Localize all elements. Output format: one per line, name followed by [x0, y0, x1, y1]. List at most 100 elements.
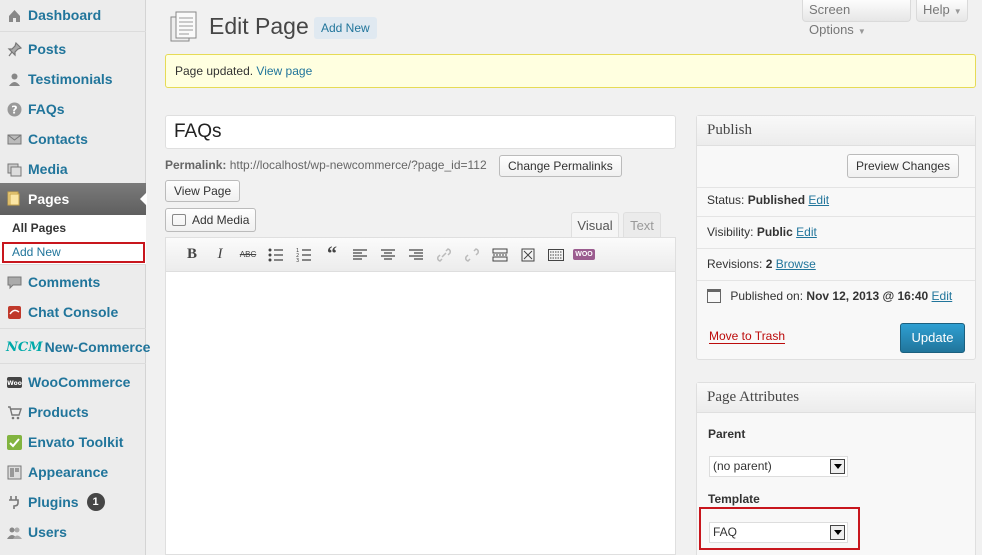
permalink-url[interactable]: http://localhost/wp-newcommerce/?page_id…: [230, 158, 487, 172]
align-right-icon[interactable]: [402, 245, 430, 265]
add-media-button[interactable]: Add Media: [165, 208, 257, 232]
menu-contacts[interactable]: Contacts: [0, 124, 146, 154]
status-value: Published: [747, 193, 806, 207]
divider: [697, 280, 975, 281]
pages-submenu: All Pages Add New: [0, 215, 146, 265]
menu-comments[interactable]: Comments: [0, 267, 146, 297]
tab-visual[interactable]: Visual: [571, 212, 619, 238]
strikethrough-icon[interactable]: ABC: [234, 245, 262, 265]
status-row: Status: Published Edit: [707, 193, 830, 207]
page-attributes-box: Page Attributes Parent (no parent) Templ…: [696, 382, 976, 555]
chevron-down-icon: [830, 459, 845, 474]
menu-separator: [0, 31, 146, 32]
menu-new-commerce[interactable]: NCM New-Commerce: [0, 332, 150, 362]
menu-products[interactable]: Products: [0, 397, 146, 427]
menu-media[interactable]: Media: [0, 154, 146, 184]
cart-icon: [6, 404, 22, 420]
tab-text[interactable]: Text: [623, 212, 661, 237]
menu-pages[interactable]: Pages: [0, 183, 147, 215]
move-to-trash-link[interactable]: Move to Trash: [709, 329, 786, 344]
submenu-all-pages[interactable]: All Pages: [12, 221, 66, 235]
numbered-list-icon[interactable]: 123: [290, 245, 318, 265]
published-date: Nov 12, 2013 @ 16:40: [806, 289, 929, 303]
link-icon[interactable]: [430, 245, 458, 265]
page-title: Edit Page: [209, 13, 309, 39]
edit-visibility-link[interactable]: Edit: [796, 225, 817, 239]
revisions-row: Revisions: 2 Browse: [707, 257, 816, 271]
ncm-logo: NCM: [6, 339, 43, 355]
add-new-page-button[interactable]: Add New: [314, 17, 377, 39]
check-icon: [6, 434, 22, 450]
bold-icon[interactable]: B: [178, 245, 206, 265]
template-select[interactable]: FAQ: [709, 522, 848, 543]
published-on-row: Published on: Nov 12, 2013 @ 16:40 Edit: [707, 289, 952, 303]
screen-options-button[interactable]: Screen Options ▼: [802, 0, 911, 37]
menu-woocommerce[interactable]: Woo WooCommerce: [0, 367, 146, 397]
svg-text:3: 3: [296, 258, 299, 262]
unlink-icon[interactable]: [458, 245, 486, 265]
woo-icon: Woo: [6, 374, 22, 390]
publish-box: Publish Preview Changes Status: Publishe…: [696, 115, 976, 360]
kitchen-sink-icon[interactable]: [542, 245, 570, 265]
user-icon: [6, 71, 22, 87]
publish-title: Publish: [697, 116, 975, 146]
view-page-link[interactable]: View page: [256, 64, 312, 78]
help-button[interactable]: Help ▼: [916, 0, 968, 22]
edit-status-link[interactable]: Edit: [808, 193, 829, 207]
bullet-list-icon[interactable]: [262, 245, 290, 265]
preview-changes-button[interactable]: Preview Changes: [847, 154, 960, 178]
change-permalinks-button[interactable]: Change Permalinks: [499, 155, 622, 177]
align-center-icon[interactable]: [374, 245, 402, 265]
chevron-down-icon: ▼: [953, 7, 962, 16]
media-icon: [172, 214, 186, 226]
visibility-value: Public: [756, 225, 793, 239]
update-notice: Page updated. View page: [165, 54, 976, 88]
align-left-icon[interactable]: [346, 245, 374, 265]
users-icon: [6, 524, 22, 540]
browse-revisions-link[interactable]: Browse: [776, 257, 816, 271]
notice-text: Page updated.: [175, 64, 254, 78]
divider: [697, 187, 975, 188]
chat-icon: [6, 304, 22, 320]
media-icon: [6, 161, 22, 177]
update-button[interactable]: Update: [900, 323, 965, 353]
pin-icon: [6, 41, 22, 57]
dashboard-icon: [6, 7, 22, 23]
page-edit-icon: [170, 11, 198, 43]
divider: [697, 216, 975, 217]
pages-icon: [6, 191, 22, 207]
question-icon: ?: [6, 101, 22, 117]
svg-text:Woo: Woo: [7, 380, 22, 387]
read-more-icon[interactable]: [486, 245, 514, 265]
appearance-icon: [6, 464, 22, 480]
menu-plugins[interactable]: Plugins 1: [0, 487, 146, 517]
menu-posts[interactable]: Posts: [0, 34, 146, 64]
plug-icon: [6, 494, 22, 510]
blockquote-icon[interactable]: “: [318, 243, 346, 265]
editor-toolbar: B I ABC 123 “ WOO: [166, 238, 675, 272]
parent-select[interactable]: (no parent): [709, 456, 848, 477]
menu-separator: [0, 328, 146, 329]
menu-users[interactable]: Users: [0, 517, 146, 547]
title-input[interactable]: FAQs: [165, 115, 676, 149]
menu-chat-console[interactable]: Chat Console: [0, 297, 146, 327]
page-attributes-title: Page Attributes: [697, 383, 975, 413]
edit-date-link[interactable]: Edit: [932, 289, 953, 303]
submenu-add-new[interactable]: Add New: [2, 242, 145, 263]
calendar-icon: [707, 289, 721, 303]
permalink: Permalink: http://localhost/wp-newcommer…: [165, 158, 487, 172]
menu-appearance[interactable]: Appearance: [0, 457, 146, 487]
italic-icon[interactable]: I: [206, 245, 234, 265]
menu-faqs[interactable]: ? FAQs: [0, 94, 146, 124]
divider: [697, 248, 975, 249]
menu-testimonials[interactable]: Testimonials: [0, 64, 146, 94]
admin-sidebar: Dashboard Posts Testimonials ? FAQs Cont…: [0, 0, 150, 555]
menu-envato-toolkit[interactable]: Envato Toolkit: [0, 427, 146, 457]
view-page-button[interactable]: View Page: [165, 180, 241, 202]
menu-dashboard[interactable]: Dashboard: [0, 0, 146, 30]
woocommerce-shortcode-icon[interactable]: WOO: [570, 245, 598, 265]
content-editor[interactable]: B I ABC 123 “ WOO: [165, 237, 676, 555]
svg-text:?: ?: [11, 103, 17, 116]
chevron-down-icon: ▼: [857, 27, 866, 36]
fullscreen-icon[interactable]: [514, 245, 542, 265]
